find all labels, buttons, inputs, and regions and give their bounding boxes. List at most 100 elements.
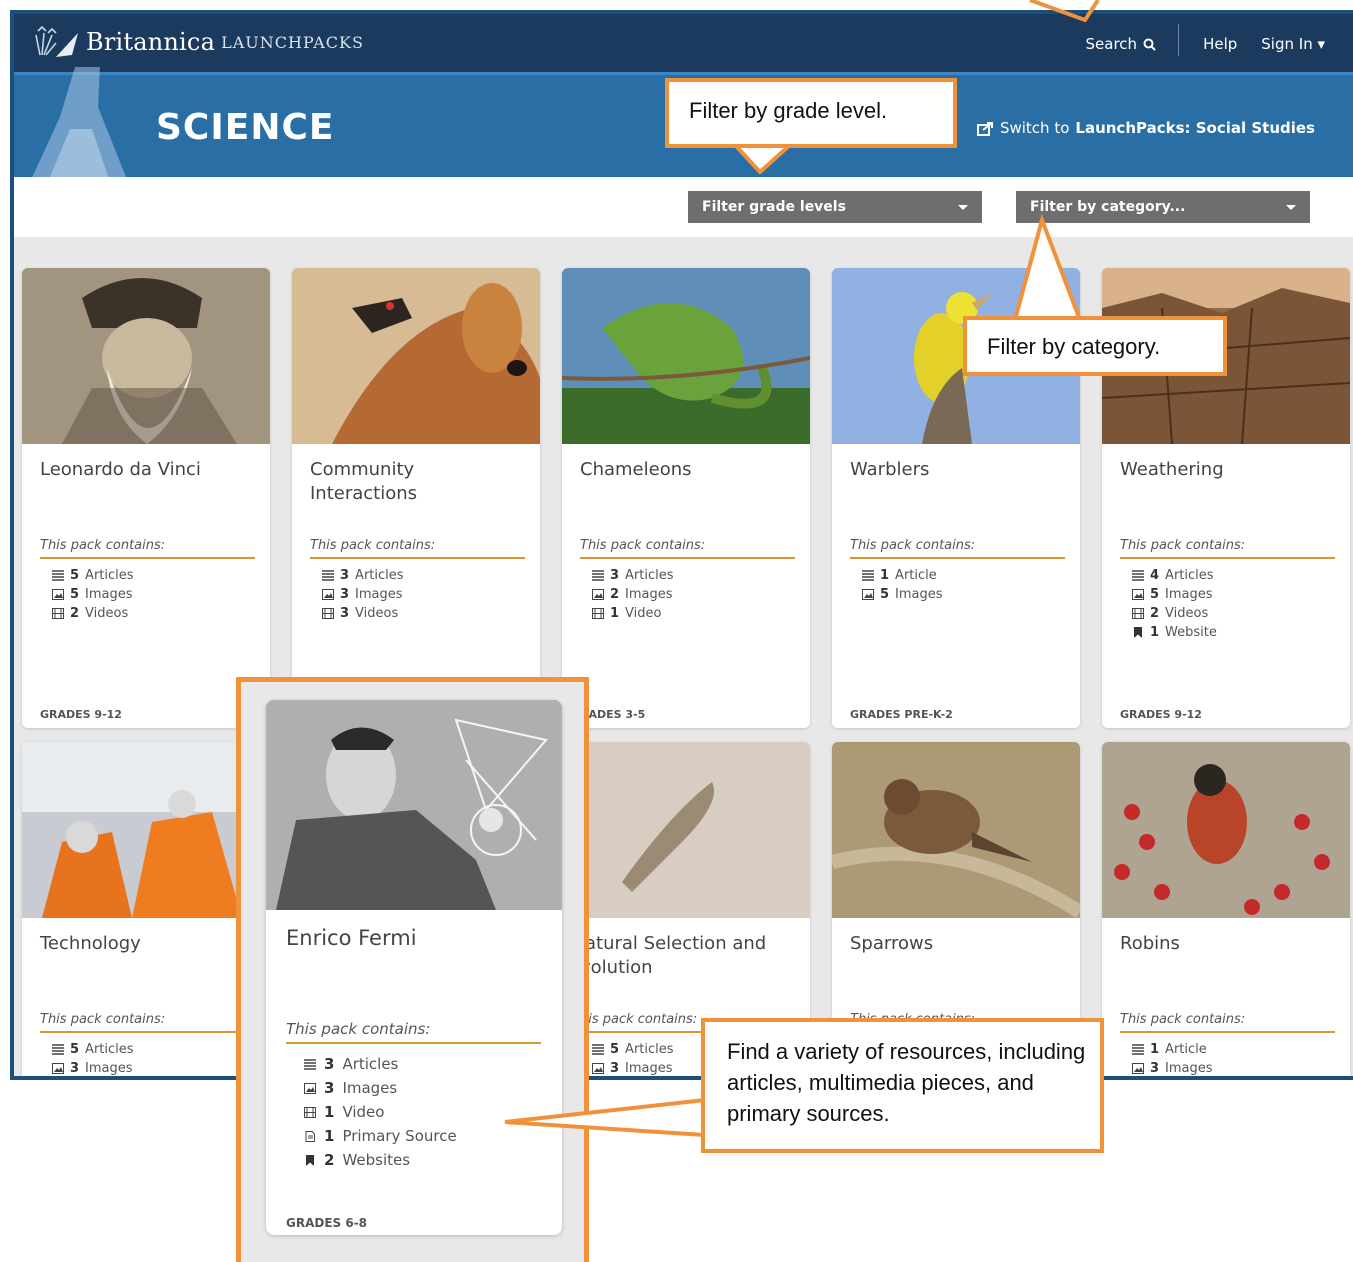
- film-icon: [322, 608, 334, 619]
- list-icon: [304, 1058, 316, 1070]
- share-icon: [976, 121, 993, 136]
- card-title: Enrico Fermi: [286, 926, 417, 950]
- category-filter-select[interactable]: Filter by category...: [1016, 191, 1310, 223]
- card-title: latural Selection and volution: [580, 933, 767, 978]
- card-image: [832, 742, 1080, 918]
- launchpack-card[interactable]: Community Interactions This pack contain…: [292, 268, 540, 728]
- resource-label: Articles: [1165, 568, 1214, 583]
- britannica-logo[interactable]: Britannica LAUNCHPACKS: [32, 24, 364, 60]
- resource-label: Article: [1165, 1042, 1207, 1057]
- contains-label: This pack contains:: [1120, 1012, 1335, 1033]
- resource-count: 3: [324, 1055, 335, 1073]
- resource-count: 2: [324, 1151, 335, 1169]
- resource-label: Videos: [1165, 606, 1209, 621]
- resource-item: 3 Images: [304, 1076, 457, 1100]
- resource-item: 1 Website: [1132, 623, 1217, 642]
- resource-count: 2: [610, 587, 620, 602]
- list-icon: [862, 570, 874, 581]
- launchpack-card[interactable]: Leonardo da Vinci This pack contains: 5A…: [22, 268, 270, 728]
- resource-count: 1: [324, 1103, 335, 1121]
- search-icon: [1143, 38, 1156, 51]
- resource-count: 3: [340, 568, 350, 583]
- resource-count: 5: [70, 1042, 80, 1057]
- signin-menu[interactable]: Sign In ▾: [1261, 35, 1325, 53]
- resource-label: Video: [342, 1103, 385, 1121]
- launchpack-card[interactable]: Technology This pack contains: 5 Articles…: [22, 742, 270, 1076]
- thistle-logo-icon: [35, 25, 78, 57]
- list-icon: [52, 1044, 64, 1055]
- resource-count: 3: [1150, 1061, 1160, 1076]
- resource-item: 3 Articles: [592, 566, 674, 585]
- chevron-down-icon: [958, 204, 968, 210]
- list-icon: [1132, 1044, 1144, 1055]
- resource-item: 1 Article: [862, 566, 943, 585]
- card-title: Chameleons: [580, 459, 692, 480]
- resource-label: Images: [85, 587, 133, 602]
- resource-item: 1 Article: [1132, 1040, 1213, 1059]
- card-image: [562, 268, 810, 444]
- card-title: Technology: [40, 933, 141, 954]
- resource-label: Images: [625, 587, 673, 602]
- grade-label: GRADES 9-12: [1120, 708, 1202, 721]
- launchpack-card[interactable]: Robins This pack contains: 1 Article 3 Ima…: [1102, 742, 1350, 1076]
- resource-label: Websites: [342, 1151, 411, 1169]
- top-nav: Search Help Sign In ▾: [1062, 24, 1325, 56]
- grade-filter-select[interactable]: Filter grade levels: [688, 191, 982, 223]
- bookmark-icon: [1134, 627, 1142, 638]
- resource-label: Videos: [355, 606, 399, 621]
- resource-list: 1 Article 5 Images: [862, 566, 943, 604]
- launchpack-card[interactable]: Chameleons This pack contains: 3 Articles…: [562, 268, 810, 728]
- resource-item: 2 Videos: [52, 604, 134, 623]
- image-icon: [304, 1082, 316, 1094]
- resource-label: Articles: [85, 1042, 134, 1057]
- card-title: Leonardo da Vinci: [40, 459, 201, 480]
- list-icon: [1132, 570, 1144, 581]
- search-link[interactable]: Search: [1086, 35, 1157, 53]
- grade-callout-text: Filter by grade level.: [689, 98, 888, 123]
- resource-item: 3 Images: [1132, 1059, 1213, 1076]
- top-bar: Britannica LAUNCHPACKS Search Help Sign …: [14, 14, 1353, 72]
- page-title: SCIENCE: [156, 107, 335, 148]
- resource-list: 3 Articles 3 Images 3 Videos: [322, 566, 404, 623]
- resource-item: 1 Primary Source: [304, 1124, 457, 1148]
- resource-item: 3 Images: [322, 585, 404, 604]
- contains-label: This pack contains:: [580, 538, 795, 559]
- resource-count: 5: [610, 1042, 620, 1057]
- grade-label: RADES 3-5: [580, 708, 646, 721]
- resource-item: 5 Articles: [52, 1040, 134, 1059]
- resource-item: 2 Videos: [1132, 604, 1217, 623]
- image-icon: [52, 1063, 64, 1074]
- grade-label: GRADES PRE-K-2: [850, 708, 953, 721]
- resource-item: 2 Websites: [304, 1148, 457, 1172]
- resource-label: Images: [355, 587, 403, 602]
- image-icon: [592, 1063, 604, 1074]
- resource-count: 2: [70, 606, 80, 621]
- resource-item: 3 Articles: [322, 566, 404, 585]
- resource-count: 3: [324, 1079, 335, 1097]
- resource-label: Images: [1165, 1061, 1213, 1076]
- resource-item: 4 Articles: [1132, 566, 1217, 585]
- grade-filter-placeholder: Filter grade levels: [702, 199, 846, 215]
- card-title: Community Interactions: [310, 459, 418, 504]
- launchpack-card-featured[interactable]: Enrico Fermi This pack contains: 3 Articl…: [266, 700, 562, 1235]
- film-icon: [304, 1106, 316, 1118]
- card-title: Robins: [1120, 933, 1180, 954]
- contains-label: This pack contains:: [40, 1012, 255, 1033]
- resource-item: 3 Images: [52, 1059, 134, 1076]
- switch-prefix: Switch to: [999, 119, 1070, 137]
- category-callout-text: Filter by category.: [987, 334, 1161, 359]
- resource-count: 1: [880, 568, 890, 583]
- resource-count: 5: [1150, 587, 1160, 602]
- resource-count: 2: [1150, 606, 1160, 621]
- resource-label: Articles: [625, 1042, 674, 1057]
- film-icon: [52, 608, 64, 619]
- contains-label: This pack contains:: [40, 538, 255, 559]
- help-link[interactable]: Help: [1203, 35, 1237, 53]
- contains-label: This pack contains:: [286, 1020, 541, 1044]
- brand-name: Britannica: [86, 28, 216, 56]
- resource-list: 3 Articles 2 Images 1 Video: [592, 566, 674, 623]
- switch-launchpack-link[interactable]: Switch to LaunchPacks: Social Studies: [976, 119, 1315, 137]
- resource-count: 4: [1150, 568, 1160, 583]
- resource-label: Images: [625, 1061, 673, 1076]
- resource-item: 5 Images: [862, 585, 943, 604]
